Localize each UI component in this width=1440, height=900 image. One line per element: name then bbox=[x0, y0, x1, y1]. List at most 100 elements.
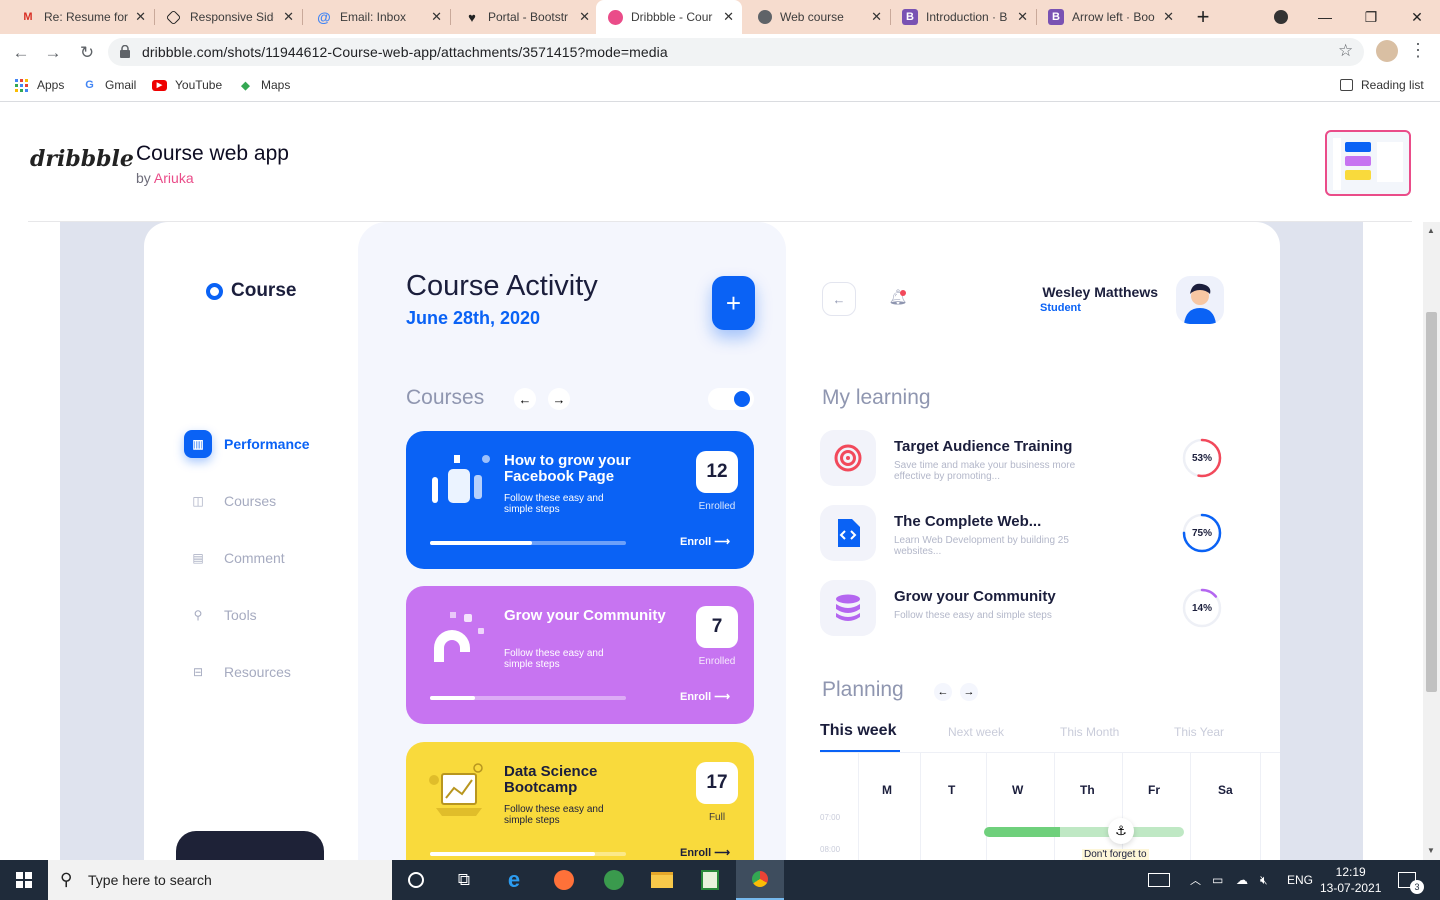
bookmark-youtube[interactable]: ▶ YouTube bbox=[152, 70, 222, 100]
learning-desc: Save time and make your business more ef… bbox=[894, 460, 1076, 482]
keyboard-icon[interactable] bbox=[1148, 860, 1170, 900]
heart-icon: ♥ bbox=[468, 9, 476, 25]
chrome-icon[interactable] bbox=[736, 860, 784, 900]
bookmark-gmail[interactable]: G Gmail bbox=[82, 70, 136, 100]
star-icon[interactable]: ☆ bbox=[1338, 41, 1353, 61]
courses-prev-button[interactable]: ← bbox=[514, 388, 536, 410]
enroll-button[interactable]: Enroll ⟶ bbox=[680, 846, 730, 859]
tab-next-week[interactable]: Next week bbox=[948, 725, 1004, 739]
close-icon[interactable]: ✕ bbox=[1163, 9, 1174, 25]
scrollbar-thumb[interactable] bbox=[1426, 312, 1437, 692]
enroll-button[interactable]: Enroll ⟶ bbox=[680, 690, 730, 703]
tab-search-button[interactable] bbox=[1258, 0, 1304, 34]
scroll-up-icon[interactable]: ▲ bbox=[1427, 226, 1435, 235]
restore-button[interactable]: ❐ bbox=[1348, 0, 1394, 34]
back-button[interactable]: ← bbox=[8, 40, 34, 66]
spreadsheet-icon[interactable] bbox=[686, 860, 734, 900]
firefox-icon[interactable] bbox=[540, 860, 588, 900]
learning-desc: Follow these easy and simple steps bbox=[894, 610, 1052, 621]
dribbble-logo[interactable]: dribbble bbox=[30, 146, 134, 172]
reload-button[interactable]: ↻ bbox=[74, 40, 100, 66]
close-icon[interactable]: ✕ bbox=[283, 9, 294, 25]
bookmark-apps[interactable]: Apps bbox=[14, 70, 64, 100]
course-card-datascience[interactable]: Data Science Bootcamp Follow these easy … bbox=[406, 742, 754, 860]
forward-button[interactable]: → bbox=[40, 40, 66, 66]
windows-start-icon[interactable] bbox=[0, 860, 48, 900]
tab-dribbble[interactable]: Dribbble - Cour ✕ bbox=[596, 0, 742, 34]
close-icon[interactable]: ✕ bbox=[431, 9, 442, 25]
minimize-button[interactable]: — bbox=[1302, 0, 1348, 34]
back-arrow-button[interactable]: ← bbox=[822, 282, 856, 316]
nav-courses[interactable]: ◫ Courses bbox=[184, 487, 276, 515]
tab-this-year[interactable]: This Year bbox=[1174, 725, 1224, 739]
right-panel: ← 🔔︎ Wesley Matthews Student My learning… bbox=[786, 222, 1280, 860]
close-icon[interactable]: ✕ bbox=[1017, 9, 1028, 25]
scroll-down-icon[interactable]: ▼ bbox=[1427, 846, 1435, 855]
shot-byline: by Ariuka bbox=[136, 170, 194, 186]
tab-arrow-left[interactable]: B Arrow left · Boo ✕ bbox=[1028, 0, 1182, 34]
attachment-thumbnail[interactable] bbox=[1325, 130, 1411, 196]
close-window-button[interactable]: ✕ bbox=[1394, 0, 1440, 34]
address-bar[interactable]: dribbble.com/shots/11944612-Course-web-a… bbox=[108, 38, 1364, 66]
clock[interactable]: 12:19 13-07-2021 bbox=[1320, 860, 1381, 900]
taskbar-search[interactable]: ⚲ Type here to search bbox=[48, 860, 392, 900]
thumbs-up-illustration bbox=[432, 455, 490, 503]
tab-gmail[interactable]: M Re: Resume for ✕ bbox=[0, 0, 154, 34]
tab-portal[interactable]: ♥ Portal - Bootstr ✕ bbox=[444, 0, 598, 34]
profile-avatar[interactable] bbox=[1376, 40, 1398, 62]
nav-resources[interactable]: ⊟ Resources bbox=[184, 658, 291, 686]
learning-item[interactable]: Target Audience Training Save time and m… bbox=[820, 430, 1222, 488]
user-role: Student bbox=[1040, 302, 1081, 314]
view-toggle[interactable] bbox=[708, 388, 754, 410]
tab-label: Web course bbox=[780, 10, 844, 24]
close-icon[interactable]: ✕ bbox=[579, 9, 590, 25]
globe-app-icon[interactable] bbox=[590, 860, 638, 900]
file-explorer-icon[interactable] bbox=[638, 860, 686, 900]
tab-introduction[interactable]: B Introduction · B ✕ bbox=[882, 0, 1036, 34]
language-indicator[interactable]: ENG bbox=[1287, 860, 1313, 900]
chevron-up-icon[interactable]: ︿ bbox=[1190, 860, 1201, 900]
menu-icon[interactable]: ⋮ bbox=[1408, 40, 1428, 64]
nav-tools[interactable]: ⚲ Tools bbox=[184, 601, 257, 629]
close-icon[interactable]: ✕ bbox=[723, 9, 734, 25]
avatar[interactable] bbox=[1176, 276, 1224, 324]
add-course-button[interactable]: + bbox=[712, 276, 755, 330]
volume-muted-icon[interactable]: 🔇︎ bbox=[1260, 860, 1268, 900]
bell-icon[interactable]: 🔔︎ bbox=[886, 288, 910, 312]
courses-next-button[interactable]: → bbox=[548, 388, 570, 410]
network-icon[interactable]: ▭ bbox=[1212, 860, 1223, 900]
bootstrap-icon: B bbox=[1048, 9, 1064, 25]
reading-list-button[interactable]: Reading list bbox=[1340, 70, 1424, 100]
notification-icon[interactable]: 3 bbox=[1398, 860, 1424, 900]
anchor-icon[interactable]: ⚓︎ bbox=[1108, 818, 1134, 844]
tab-responsive[interactable]: Responsive Side ✕ bbox=[148, 0, 302, 34]
enroll-button[interactable]: Enroll ⟶ bbox=[680, 535, 730, 548]
activity-title: Course Activity bbox=[406, 270, 598, 302]
planning-next-button[interactable]: → bbox=[960, 683, 978, 701]
learning-item[interactable]: The Complete Web... Learn Web Developmen… bbox=[820, 505, 1222, 563]
cloud-icon[interactable]: ☁ bbox=[1236, 860, 1248, 900]
tab-this-week[interactable]: This week bbox=[820, 722, 896, 740]
planning-prev-button[interactable]: ← bbox=[934, 683, 952, 701]
cortana-icon[interactable] bbox=[392, 860, 440, 900]
tab-email[interactable]: @ Email: Inbox ✕ bbox=[296, 0, 450, 34]
new-tab-button[interactable]: + bbox=[1190, 5, 1216, 29]
course-card-community[interactable]: Grow your Community Follow these easy an… bbox=[406, 586, 754, 724]
task-view-icon[interactable]: ⧉ bbox=[440, 860, 488, 900]
learning-item[interactable]: Grow your Community Follow these easy an… bbox=[820, 580, 1222, 638]
chart-icon: ▥ bbox=[184, 430, 212, 458]
nav-comment[interactable]: ▤ Comment bbox=[184, 544, 284, 572]
tab-this-month[interactable]: This Month bbox=[1060, 725, 1119, 739]
close-icon[interactable]: ✕ bbox=[135, 9, 146, 25]
author-link[interactable]: Ariuka bbox=[154, 170, 194, 186]
close-icon[interactable]: ✕ bbox=[871, 9, 882, 25]
shot-header: dribbble Course web app by Ariuka bbox=[0, 102, 1440, 222]
bookmark-maps[interactable]: ◆ Maps bbox=[238, 70, 290, 100]
edge-icon[interactable]: e bbox=[490, 860, 538, 900]
event-bar[interactable] bbox=[984, 827, 1184, 837]
nav-performance[interactable]: ▥ Performance bbox=[184, 430, 310, 458]
tab-webcourse[interactable]: Web course ✕ bbox=[738, 0, 890, 34]
course-card-facebook[interactable]: How to grow your Facebook Page Follow th… bbox=[406, 431, 754, 569]
lock-icon bbox=[120, 44, 130, 58]
card-title: How to grow your Facebook Page bbox=[504, 452, 631, 485]
